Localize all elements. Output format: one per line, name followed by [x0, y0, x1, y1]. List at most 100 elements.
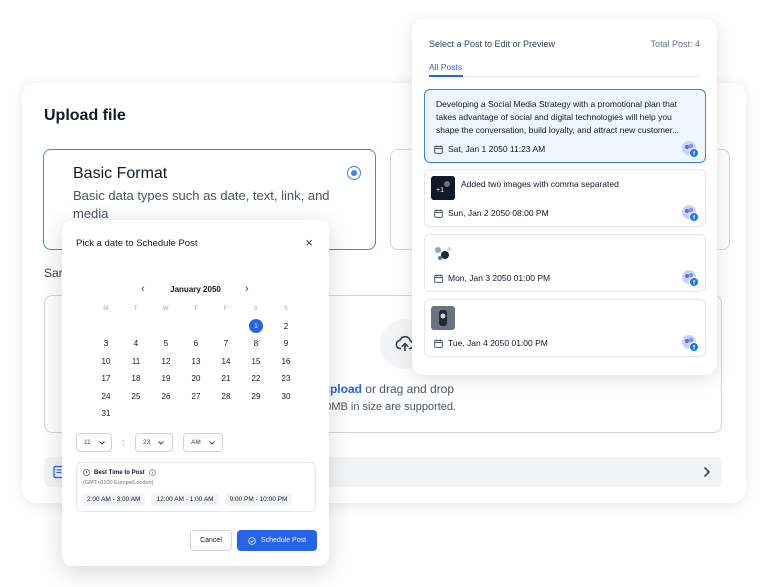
schedule-post-modal: Pick a date to Schedule Post × ‹ January… — [62, 220, 329, 566]
calendar-day[interactable]: 17 — [91, 370, 121, 388]
post-date-row: Tue, Jan 4 2050 01:00 PM — [434, 338, 548, 348]
drag-drop-text: or drag and drop — [361, 382, 455, 396]
post-item-1[interactable]: Developing a Social Media Strategy with … — [424, 89, 706, 163]
calendar-day[interactable]: 23 — [271, 370, 301, 388]
calendar-day[interactable]: 2 — [271, 318, 301, 336]
cancel-button[interactable]: Cancel — [190, 530, 232, 551]
calendar-weekday: T — [193, 305, 199, 312]
calendar-day[interactable]: 16 — [271, 353, 301, 371]
calendar-day-number: 14 — [221, 356, 231, 366]
calendar-day[interactable]: 25 — [121, 388, 151, 406]
post-date: Sun, Jan 2 2050 08:00 PM — [448, 208, 549, 218]
calendar-day[interactable]: 13 — [181, 353, 211, 371]
calendar-day[interactable]: 27 — [181, 388, 211, 406]
calendar-day[interactable]: 6 — [181, 335, 211, 353]
facebook-avatar-icon: f — [682, 205, 699, 222]
calendar-day[interactable]: 18 — [121, 370, 151, 388]
calendar-day-number: 19 — [161, 374, 171, 384]
calendar-empty-cell — [151, 318, 181, 336]
calendar-day[interactable]: 7 — [211, 335, 241, 353]
calendar-day[interactable]: 12 — [151, 353, 181, 371]
calendar-day[interactable]: 20 — [181, 370, 211, 388]
calendar-day-number: 20 — [191, 374, 201, 384]
calendar-icon — [434, 338, 443, 348]
calendar-weekday: F — [223, 305, 229, 312]
facebook-avatar-icon: f — [682, 270, 699, 287]
calendar-weekday: T — [133, 305, 139, 312]
radio-selected[interactable] — [347, 166, 361, 180]
format-name: Basic Format — [73, 165, 168, 182]
calendar-empty-cell — [121, 318, 151, 336]
calendar-icon — [434, 144, 443, 154]
calendar-day-number: 23 — [281, 374, 291, 384]
calendar-day-number: 15 — [251, 356, 261, 366]
calendar-day-number: 29 — [251, 391, 261, 401]
calendar-weekday: S — [283, 305, 289, 312]
calendar-day[interactable]: 28 — [211, 388, 241, 406]
calendar-day[interactable]: 9 — [271, 335, 301, 353]
post-text: Developing a Social Media Strategy with … — [436, 99, 680, 135]
calendar-month: January 2050 — [170, 285, 221, 294]
minute-select[interactable]: 23 — [135, 433, 173, 452]
post-thumbnail — [431, 241, 455, 265]
facebook-avatar-icon: f — [682, 141, 699, 158]
calendar-empty-cell — [271, 405, 301, 423]
calendar-day-number: 25 — [131, 391, 141, 401]
calendar-day[interactable]: 14 — [211, 353, 241, 371]
hour-select[interactable]: 11 — [76, 433, 112, 452]
calendar-day[interactable]: 21 — [211, 370, 241, 388]
calendar-day[interactable]: 11 — [121, 353, 151, 371]
period-value: AM — [191, 439, 201, 446]
tab-all-posts[interactable]: All Posts — [429, 62, 462, 72]
time-slot-chip[interactable]: 2:00 AM - 3:00 AM — [82, 493, 146, 506]
tab-divider — [429, 76, 700, 77]
post-date-row: Mon, Jan 3 2050 01:00 PM — [434, 273, 550, 283]
time-slot-chip[interactable]: 9:00 PM - 10:00 PM — [224, 493, 293, 506]
calendar-day-number: 10 — [101, 356, 111, 366]
calendar-day[interactable]: 31 — [91, 405, 121, 423]
chevron-down-icon — [158, 440, 165, 445]
calendar-day[interactable]: 30 — [271, 388, 301, 406]
calendar-empty-cell — [211, 405, 241, 423]
calendar-day-number: 16 — [281, 356, 291, 366]
period-select[interactable]: AM — [183, 433, 223, 452]
calendar-empty-cell — [151, 405, 181, 423]
schedule-post-button[interactable]: Schedule Post — [237, 530, 317, 551]
chevron-down-icon — [98, 440, 105, 445]
calendar-day[interactable]: 3 — [91, 335, 121, 353]
post-item-3[interactable]: Mon, Jan 3 2050 01:00 PM f — [424, 234, 706, 292]
calendar-day[interactable]: 26 — [151, 388, 181, 406]
calendar-day[interactable]: 5 — [151, 335, 181, 353]
calendar-day[interactable]: 15 — [241, 353, 271, 371]
info-icon[interactable] — [148, 469, 156, 476]
calendar-empty-cell — [181, 405, 211, 423]
calendar-day[interactable]: 29 — [241, 388, 271, 406]
post-title: Added two images with comma separated — [461, 179, 619, 189]
post-item-4[interactable]: Tue, Jan 4 2050 01:00 PM f — [424, 299, 706, 357]
calendar-day-number: 27 — [191, 391, 201, 401]
calendar-icon — [434, 273, 443, 283]
calendar-empty-cell — [241, 405, 271, 423]
time-slot-chip[interactable]: 12:00 AM - 1:00 AM — [151, 493, 219, 506]
calendar-day[interactable]: 19 — [151, 370, 181, 388]
timezone-label: (GMT+0100 Europe/London) — [83, 480, 154, 486]
calendar-day[interactable]: 8 — [241, 335, 271, 353]
calendar-day[interactable]: 24 — [91, 388, 121, 406]
close-icon[interactable]: × — [305, 236, 313, 249]
calendar-day[interactable]: 4 — [121, 335, 151, 353]
chevron-right-icon[interactable] — [702, 466, 712, 478]
calendar-day[interactable]: 22 — [241, 370, 271, 388]
post-item-2[interactable]: +1 Added two images with comma separated… — [424, 169, 706, 227]
calendar-day-number: 28 — [221, 391, 231, 401]
post-date: Sat, Jan 1 2050 11:23 AM — [448, 144, 546, 154]
calendar-day-number: 3 — [103, 339, 109, 349]
schedule-post-label: Schedule Post — [260, 537, 307, 544]
minute-value: 23 — [143, 439, 151, 446]
best-time-title: Best Time to Post — [83, 469, 156, 476]
calendar-day-number: 17 — [101, 374, 111, 384]
calendar-empty-cell — [91, 318, 121, 336]
hour-value: 11 — [84, 439, 91, 446]
calendar-day[interactable]: 10 — [91, 353, 121, 371]
calendar-day[interactable]: 1 — [241, 318, 271, 336]
chevron-right-icon[interactable]: › — [245, 283, 249, 295]
